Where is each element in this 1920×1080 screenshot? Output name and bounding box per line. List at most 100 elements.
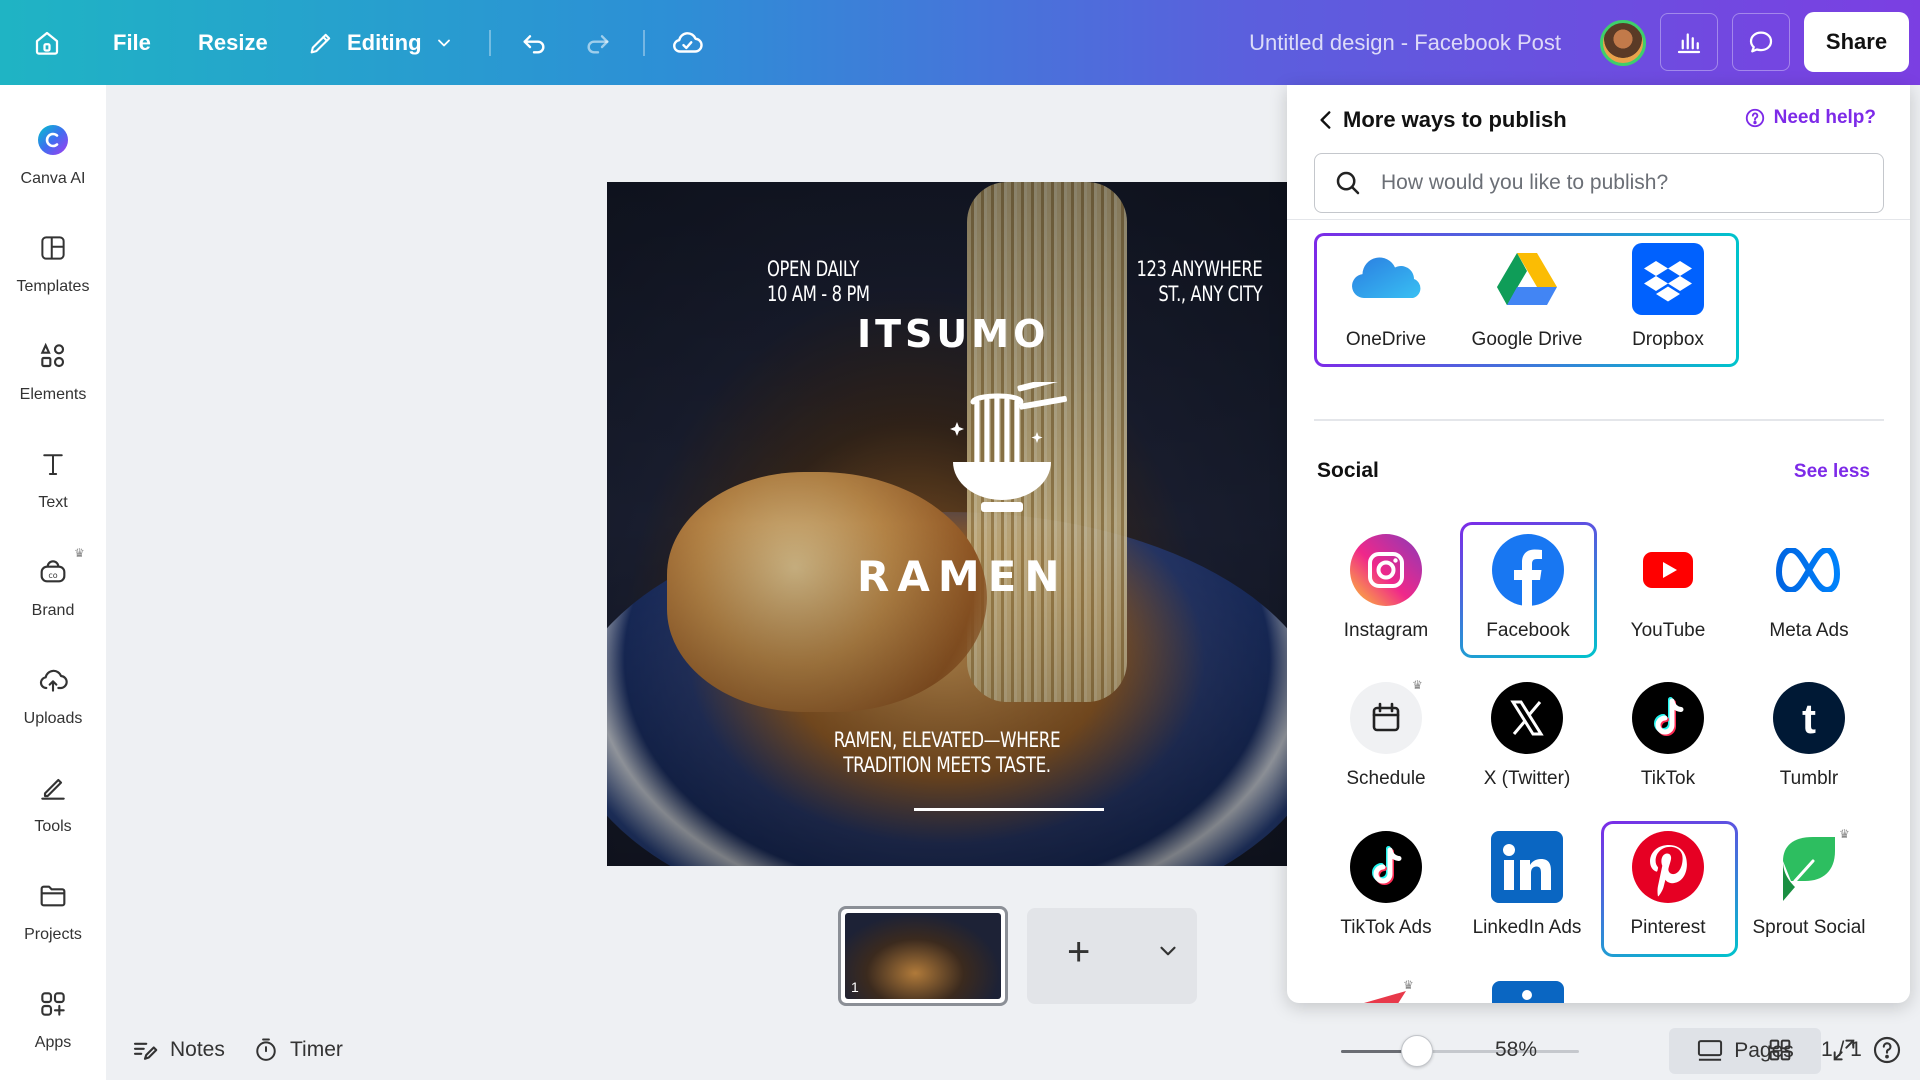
publish-option-dropbox[interactable]: Dropbox [1598,243,1738,351]
bar-chart-icon [1677,33,1701,54]
zoom-slider-handle[interactable] [1401,1035,1434,1067]
publish-search[interactable] [1314,153,1884,213]
redo-button[interactable] [582,0,614,85]
notes-button[interactable]: Notes [130,1020,225,1080]
help-button[interactable] [1871,1020,1903,1080]
home-button[interactable] [32,0,62,85]
publish-option-tumblr[interactable]: t Tumblr [1739,682,1879,790]
left-sidebar: Canva AI Templates Elements Text ♛ co Br… [0,85,106,1080]
page-number: 1 [851,979,859,995]
publish-option-google-drive[interactable]: Google Drive [1457,243,1597,351]
insights-button[interactable] [1660,13,1718,71]
publish-option-sprout-social[interactable]: ♛ Sprout Social [1739,827,1879,939]
cloud-save-status[interactable] [670,0,704,85]
sidebar-item-canva-ai[interactable]: Canva AI [0,110,106,210]
question-circle-icon [1873,1036,1901,1064]
publish-option-youtube[interactable]: YouTube [1598,534,1738,642]
decorative-line[interactable] [914,808,1104,811]
panel-divider [1287,219,1910,220]
tagline-line: RAMEN, ELEVATED—WHERE [833,728,1061,752]
file-menu[interactable]: File [113,0,151,85]
page-thumbnail-preview: 1 [845,913,1001,999]
sidebar-item-label: Tools [34,818,72,835]
elements-icon [33,336,73,376]
publish-option-facebook[interactable]: Facebook [1458,534,1598,642]
address-text[interactable]: 123 ANYWHERE ST., ANY CITY [1136,257,1262,307]
question-circle-icon [1745,108,1764,128]
sidebar-item-label: Elements [19,386,87,403]
undo-button[interactable] [518,0,550,85]
editing-mode-dropdown[interactable]: Editing [307,0,454,85]
opening-hours-text[interactable]: OPEN DAILY 10 AM - 8 PM [767,257,870,307]
grid-view-button[interactable] [1766,1020,1794,1080]
resize-button[interactable]: Resize [198,0,268,85]
sidebar-item-label: Canva AI [20,170,86,187]
need-help-link[interactable]: Need help? [1744,107,1876,129]
publish-option-label: TikTok [1640,768,1696,789]
sidebar-item-brand[interactable]: ♛ co Brand [0,542,106,642]
brand-name-text[interactable]: ITSUMO [857,312,1045,356]
page-thumbnail[interactable]: 1 [838,906,1008,1006]
tagline-text[interactable]: RAMEN, ELEVATED—WHERE TRADITION MEETS TA… [803,728,1091,778]
publish-option-tiktok[interactable]: TikTok [1598,682,1738,790]
share-button[interactable]: Share [1804,12,1909,72]
publish-option-instagram[interactable]: Instagram [1316,534,1456,642]
canva-ai-icon [33,120,73,160]
publish-option-schedule[interactable]: ♛ Schedule [1316,678,1456,790]
avatar[interactable] [1600,20,1646,66]
toolbar-divider [489,30,491,56]
sidebar-item-label: Templates [16,278,90,295]
publish-option-x-twitter[interactable]: X (Twitter) [1457,682,1597,790]
tiktok-ads-icon [1350,831,1422,903]
projects-icon [33,876,73,916]
publish-panel: More ways to publish Need help? OneDrive… [1287,85,1910,1003]
sprout-social-icon [1773,831,1845,903]
zoom-slider[interactable] [1341,1050,1579,1053]
sidebar-item-tools[interactable]: Tools [0,758,106,858]
document-title[interactable]: Untitled design - Facebook Post [1249,0,1561,85]
publish-option-onedrive[interactable]: OneDrive [1316,243,1456,351]
crown-icon: ♛ [1403,978,1414,992]
tiktok-icon [1632,682,1704,754]
publish-option-label: Instagram [1343,620,1429,641]
publish-option-partial[interactable] [1492,981,1564,1003]
tools-icon [33,768,73,808]
sidebar-item-projects[interactable]: Projects [0,866,106,966]
publish-search-input[interactable] [1381,171,1821,195]
back-arrow-icon[interactable] [1313,107,1339,133]
fullscreen-button[interactable] [1830,1020,1858,1080]
sidebar-item-uploads[interactable]: Uploads [0,650,106,750]
sidebar-item-elements[interactable]: Elements [0,326,106,426]
add-page-button[interactable]: + [1027,908,1197,1004]
zoom-percentage[interactable]: 58% [1495,1020,1537,1080]
search-icon [1336,171,1360,195]
sidebar-item-templates[interactable]: Templates [0,218,106,318]
design-canvas[interactable]: OPEN DAILY 10 AM - 8 PM 123 ANYWHERE ST.… [607,182,1287,866]
publish-option-pinterest[interactable]: Pinterest [1598,831,1738,939]
sidebar-item-label: Projects [24,926,82,943]
pages-button[interactable]: Pages [1669,1028,1821,1074]
chevron-down-icon[interactable] [1155,938,1181,964]
bottom-toolbar: Notes Timer 58% Pages 1 / 1 [106,1020,1920,1080]
publish-option-tiktok-ads[interactable]: TikTok Ads [1316,831,1456,939]
ramen-bowl-logo[interactable] [937,382,1067,532]
sidebar-item-text[interactable]: Text [0,434,106,534]
uploads-icon [33,660,73,700]
sidebar-item-apps[interactable]: Apps [0,974,106,1074]
sidebar-item-label: Uploads [23,710,83,727]
home-icon [35,31,59,55]
publish-option-linkedin-ads[interactable]: LinkedIn Ads [1457,831,1597,939]
timer-button[interactable]: Timer [252,1020,343,1080]
publish-option-meta-ads[interactable]: Meta Ads [1739,534,1879,642]
pages-icon [1698,1040,1723,1061]
crown-icon: ♛ [1412,678,1423,692]
address-line: 123 ANYWHERE [1136,257,1262,281]
see-less-link[interactable]: See less [1794,461,1870,483]
dropbox-icon [1632,243,1704,315]
publish-option-label: Pinterest [1630,917,1706,938]
brand-subtitle-text[interactable]: RAMEN [857,552,1059,601]
editing-label: Editing [347,29,422,55]
toolbar-divider [643,30,645,56]
comments-button[interactable] [1732,13,1790,71]
cloud-check-icon [673,31,703,53]
